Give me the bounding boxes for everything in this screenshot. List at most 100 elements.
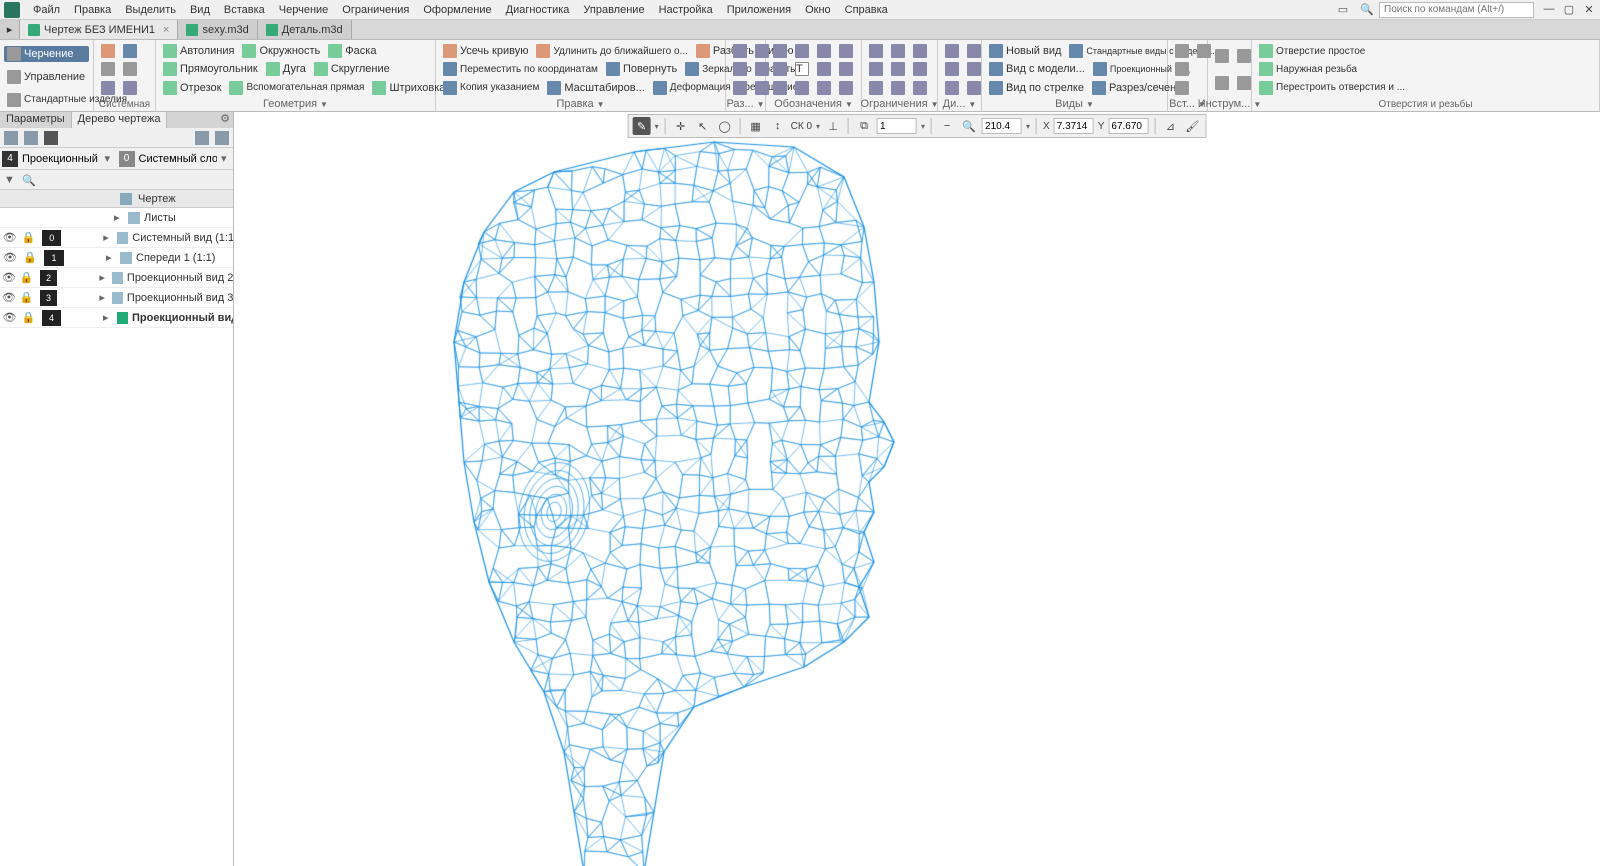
panel-tab-params[interactable]: Параметры [0, 112, 72, 128]
tab-sexy[interactable]: sexy.m3d [178, 20, 257, 39]
autoline-button[interactable]: Автолиния [160, 43, 237, 59]
windows-icon[interactable]: ▭ [1335, 2, 1351, 18]
segment-button[interactable]: Отрезок [160, 80, 224, 96]
con7[interactable] [866, 80, 886, 96]
ann4[interactable] [836, 43, 856, 59]
toolbar-icon[interactable] [215, 131, 229, 145]
ann8[interactable] [836, 61, 856, 77]
y-input[interactable] [1108, 118, 1148, 134]
eye-icon[interactable]: 👁 [0, 311, 19, 324]
ann11[interactable] [814, 80, 834, 96]
save-button[interactable] [120, 43, 140, 59]
toolbar-icon[interactable] [4, 131, 18, 145]
modelview-button[interactable]: Вид с модели... [986, 61, 1088, 77]
con3[interactable] [910, 43, 930, 59]
con6[interactable] [910, 61, 930, 77]
step-input[interactable] [877, 118, 917, 134]
lock-icon[interactable]: 🔒 [18, 271, 36, 284]
dim3[interactable] [730, 61, 750, 77]
expand-icon[interactable]: ▸ [106, 251, 116, 264]
copy-button[interactable]: Копия указанием [440, 80, 542, 96]
hole-button[interactable]: Отверстие простое [1256, 43, 1368, 59]
ins1[interactable] [1172, 43, 1192, 59]
menu-settings[interactable]: Настройка [652, 2, 720, 18]
tree-header[interactable]: Чертеж [0, 190, 233, 208]
toolbar-icon[interactable] [44, 131, 58, 145]
text-button[interactable]: T [792, 61, 812, 77]
tree-node-sysview[interactable]: 👁 🔒 0 ▸ Системный вид (1:1) [0, 228, 233, 248]
drawing-canvas[interactable]: ✎▾ ✛ ↖ ◯ ▦ ↕ СК 0▾ ⊥ ⧉ ▾ − 🔍 ▾ X Y ⊿ 🖌 [234, 112, 1600, 866]
gear-icon[interactable]: ⚙ [217, 112, 233, 128]
tab-toggle[interactable]: ▸ [0, 20, 20, 39]
grid-icon[interactable]: ▦ [747, 117, 765, 135]
menu-edit[interactable]: Правка [67, 2, 118, 18]
expand-icon[interactable]: ▸ [99, 291, 108, 304]
scale-button[interactable]: Масштабиров... [544, 80, 647, 96]
menu-window[interactable]: Окно [798, 2, 838, 18]
arc-button[interactable]: Дуга [263, 61, 309, 77]
close-button[interactable]: ✕ [1582, 3, 1596, 16]
ins3[interactable] [1172, 61, 1192, 77]
diag2[interactable] [964, 43, 984, 59]
chamfer-button[interactable]: Фаска [325, 43, 379, 59]
rect-button[interactable]: Прямоугольник [160, 61, 261, 77]
zoom-input[interactable] [982, 118, 1022, 134]
expand-icon[interactable]: ▸ [114, 211, 124, 224]
diag5[interactable] [942, 80, 962, 96]
tree-node-proj-active[interactable]: 👁 🔒 4 ▸ Проекционный вид [0, 308, 233, 328]
extend-button[interactable]: Удлинить до ближайшего о... [533, 43, 690, 59]
fillet-button[interactable]: Скругление [311, 61, 393, 77]
undo-button[interactable] [98, 80, 118, 96]
menu-drawing[interactable]: Черчение [272, 2, 336, 18]
zoom-icon[interactable]: 🔍 [960, 117, 978, 135]
tool2[interactable] [1234, 48, 1254, 64]
ann9[interactable] [770, 80, 790, 96]
tree-node-proj3[interactable]: 👁 🔒 3 ▸ Проекционный вид 3 (1 [0, 288, 233, 308]
tool3[interactable] [1212, 75, 1232, 91]
menu-annotation[interactable]: Оформление [416, 2, 498, 18]
expand-icon[interactable]: ▸ [99, 271, 108, 284]
con4[interactable] [866, 61, 886, 77]
print-button[interactable] [98, 61, 118, 77]
diag4[interactable] [964, 61, 984, 77]
tool4[interactable] [1234, 75, 1254, 91]
expand-icon[interactable]: ▸ [103, 231, 113, 244]
lock-icon[interactable]: 🔒 [19, 231, 38, 244]
search-icon[interactable]: 🔍 [22, 174, 34, 186]
redo-button[interactable] [120, 80, 140, 96]
circle-button[interactable]: Окружность [239, 43, 323, 59]
rebuild-button[interactable]: Перестроить отверстия и ... [1256, 80, 1408, 96]
lock-icon[interactable]: 🔒 [19, 311, 38, 324]
trim-button[interactable]: Усечь кривую [440, 43, 531, 59]
step-icon[interactable]: ⧉ [855, 117, 873, 135]
filter-icon[interactable]: ▼ [4, 174, 16, 186]
tree-node-sheets[interactable]: ▸ Листы [0, 208, 233, 228]
dim1[interactable] [730, 43, 750, 59]
command-search-input[interactable] [1379, 2, 1534, 18]
tree-search-input[interactable] [40, 174, 229, 185]
active-view-selector[interactable]: 4 Проекционный ... ▾ 0 Системный слой ▾ [0, 148, 233, 170]
axis-icon[interactable]: ↕ [769, 117, 787, 135]
pencil-icon[interactable]: ✎ [633, 117, 651, 135]
snap-icon[interactable]: ◯ [716, 117, 734, 135]
search-icon[interactable]: 🔍 [1359, 2, 1375, 18]
eye-icon[interactable]: 👁 [0, 291, 18, 304]
x-input[interactable] [1054, 118, 1094, 134]
diag1[interactable] [942, 43, 962, 59]
diag3[interactable] [942, 61, 962, 77]
mode-manage[interactable]: Управление [4, 69, 88, 85]
tool1[interactable] [1212, 48, 1232, 64]
menu-select[interactable]: Выделить [118, 2, 183, 18]
move-button[interactable]: Переместить по координатам [440, 61, 601, 77]
ins4[interactable] [1172, 80, 1192, 96]
ann7[interactable] [814, 61, 834, 77]
menu-manage[interactable]: Управление [576, 2, 651, 18]
arrowview-button[interactable]: Вид по стрелке [986, 80, 1087, 96]
eye-icon[interactable]: 👁 [0, 251, 20, 264]
ann12[interactable] [836, 80, 856, 96]
minimize-button[interactable]: — [1542, 3, 1556, 16]
measure-icon[interactable]: ⊿ [1161, 117, 1179, 135]
lock-icon[interactable]: 🔒 [18, 291, 36, 304]
menu-help[interactable]: Справка [838, 2, 895, 18]
mode-drawing[interactable]: Черчение [4, 46, 89, 62]
